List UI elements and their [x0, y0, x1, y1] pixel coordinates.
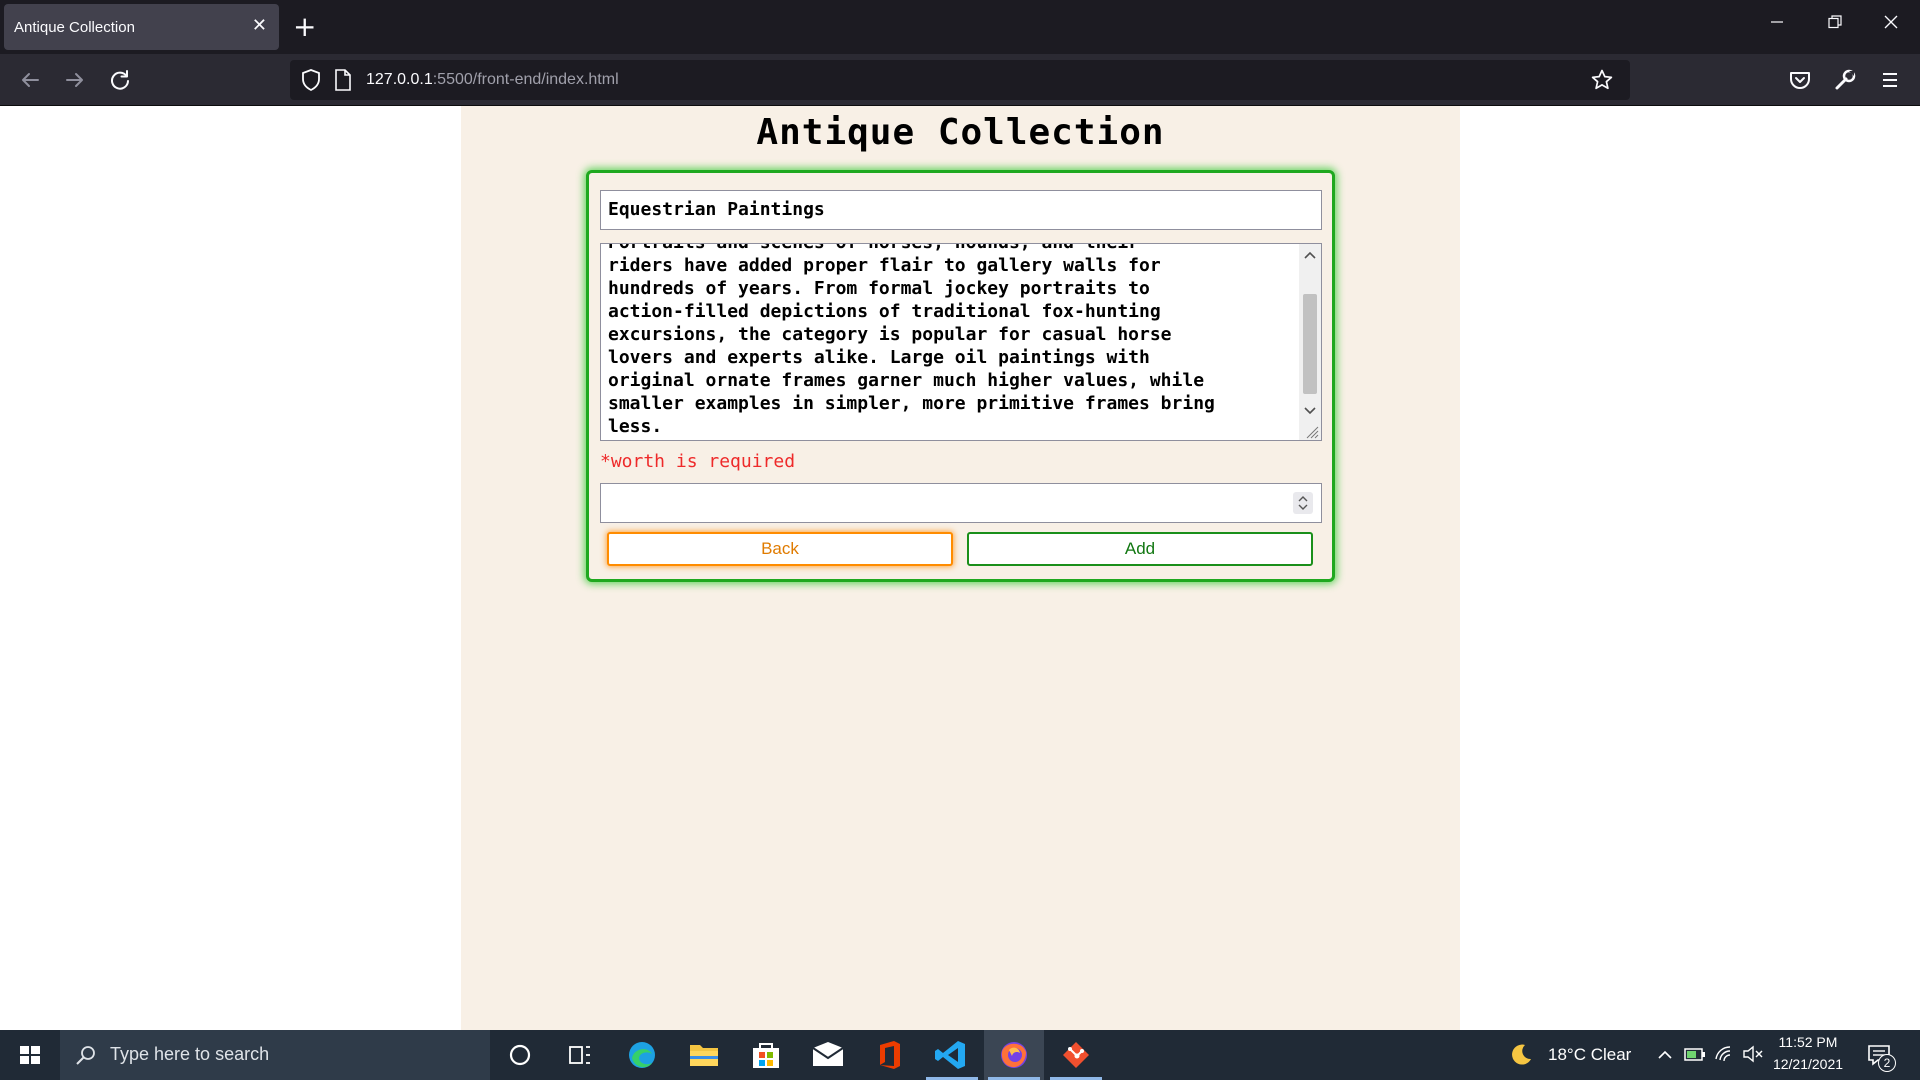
browser-tab[interactable]: Antique Collection ✕: [4, 4, 279, 50]
description-text: Portraits and scenes of horses, hounds, …: [608, 244, 1215, 437]
page-icon[interactable]: [334, 69, 352, 95]
windows-start-icon[interactable]: [0, 1030, 60, 1080]
antique-form: Equestrian Paintings Portraits and scene…: [586, 170, 1335, 582]
store-icon[interactable]: [736, 1030, 796, 1080]
description-textarea[interactable]: Portraits and scenes of horses, hounds, …: [600, 243, 1322, 441]
search-placeholder: Type here to search: [110, 1044, 270, 1064]
mail-icon[interactable]: [798, 1030, 858, 1080]
weather-text[interactable]: 18°C Clear: [1548, 1045, 1631, 1065]
worth-error-message: *worth is required: [600, 451, 796, 472]
vscode-icon[interactable]: [922, 1030, 982, 1080]
tray-chevron-up-icon[interactable]: [1656, 1046, 1674, 1068]
scroll-up-icon[interactable]: [1299, 246, 1321, 266]
url-host: 127.0.0.1: [366, 71, 433, 88]
edge-browser-icon[interactable]: [612, 1030, 672, 1080]
reload-icon[interactable]: [106, 66, 134, 94]
office-icon[interactable]: [860, 1030, 920, 1080]
back-button[interactable]: Back: [607, 532, 953, 566]
forward-arrow-icon[interactable]: [61, 66, 89, 94]
tab-title: Antique Collection: [14, 19, 135, 36]
tab-strip: Antique Collection ✕ +: [0, 0, 1920, 54]
resize-handle-icon[interactable]: [1305, 424, 1319, 439]
tab-close-icon[interactable]: ✕: [252, 16, 267, 36]
shield-icon[interactable]: [300, 68, 322, 96]
url-text[interactable]: 127.0.0.1:5500/front-end/index.html: [366, 71, 619, 89]
git-icon[interactable]: [1046, 1030, 1106, 1080]
task-view-icon[interactable]: [550, 1030, 610, 1080]
moon-weather-icon[interactable]: [1508, 1042, 1534, 1072]
search-icon: [74, 1043, 98, 1071]
bookmark-star-icon[interactable]: [1590, 68, 1614, 96]
file-explorer-icon[interactable]: [674, 1030, 734, 1080]
address-bar[interactable]: 127.0.0.1:5500/front-end/index.html: [290, 60, 1630, 100]
battery-icon[interactable]: [1684, 1044, 1706, 1068]
windows-taskbar: Type here to search 18°C Clear 11:52 PM …: [0, 1030, 1920, 1080]
name-field[interactable]: Equestrian Paintings: [600, 190, 1322, 230]
scroll-thumb[interactable]: [1303, 294, 1317, 394]
url-path: :5500/front-end/index.html: [432, 71, 619, 88]
add-button[interactable]: Add: [967, 532, 1313, 566]
new-tab-icon[interactable]: +: [293, 10, 316, 44]
restore-icon[interactable]: [1828, 14, 1842, 34]
page-viewport: Antique Collection Equestrian Paintings …: [0, 106, 1920, 1030]
wifi-icon[interactable]: [1714, 1044, 1736, 1068]
clock-time[interactable]: 11:52 PM: [1768, 1034, 1848, 1050]
navigation-toolbar: 127.0.0.1:5500/front-end/index.html: [0, 54, 1920, 106]
clock-date[interactable]: 12/21/2021: [1768, 1056, 1848, 1072]
speaker-muted-icon[interactable]: [1742, 1044, 1764, 1068]
menu-icon[interactable]: [1876, 66, 1904, 94]
worth-field[interactable]: [600, 483, 1322, 523]
description-scrollbar[interactable]: [1299, 244, 1321, 440]
wrench-icon[interactable]: [1831, 66, 1859, 94]
notification-count-badge: 2: [1878, 1054, 1896, 1072]
page-title: Antique Collection: [756, 112, 1165, 153]
number-spinner-icon[interactable]: [1293, 492, 1313, 514]
pocket-icon[interactable]: [1786, 66, 1814, 94]
taskbar-search-box[interactable]: Type here to search: [60, 1030, 490, 1080]
back-arrow-icon[interactable]: [16, 66, 44, 94]
page-container: Antique Collection Equestrian Paintings …: [461, 106, 1460, 1030]
cortana-icon[interactable]: [490, 1030, 550, 1080]
close-window-icon[interactable]: [1884, 14, 1898, 34]
minimize-icon[interactable]: [1770, 14, 1784, 34]
firefox-icon[interactable]: [984, 1030, 1044, 1080]
scroll-down-icon[interactable]: [1299, 400, 1321, 420]
